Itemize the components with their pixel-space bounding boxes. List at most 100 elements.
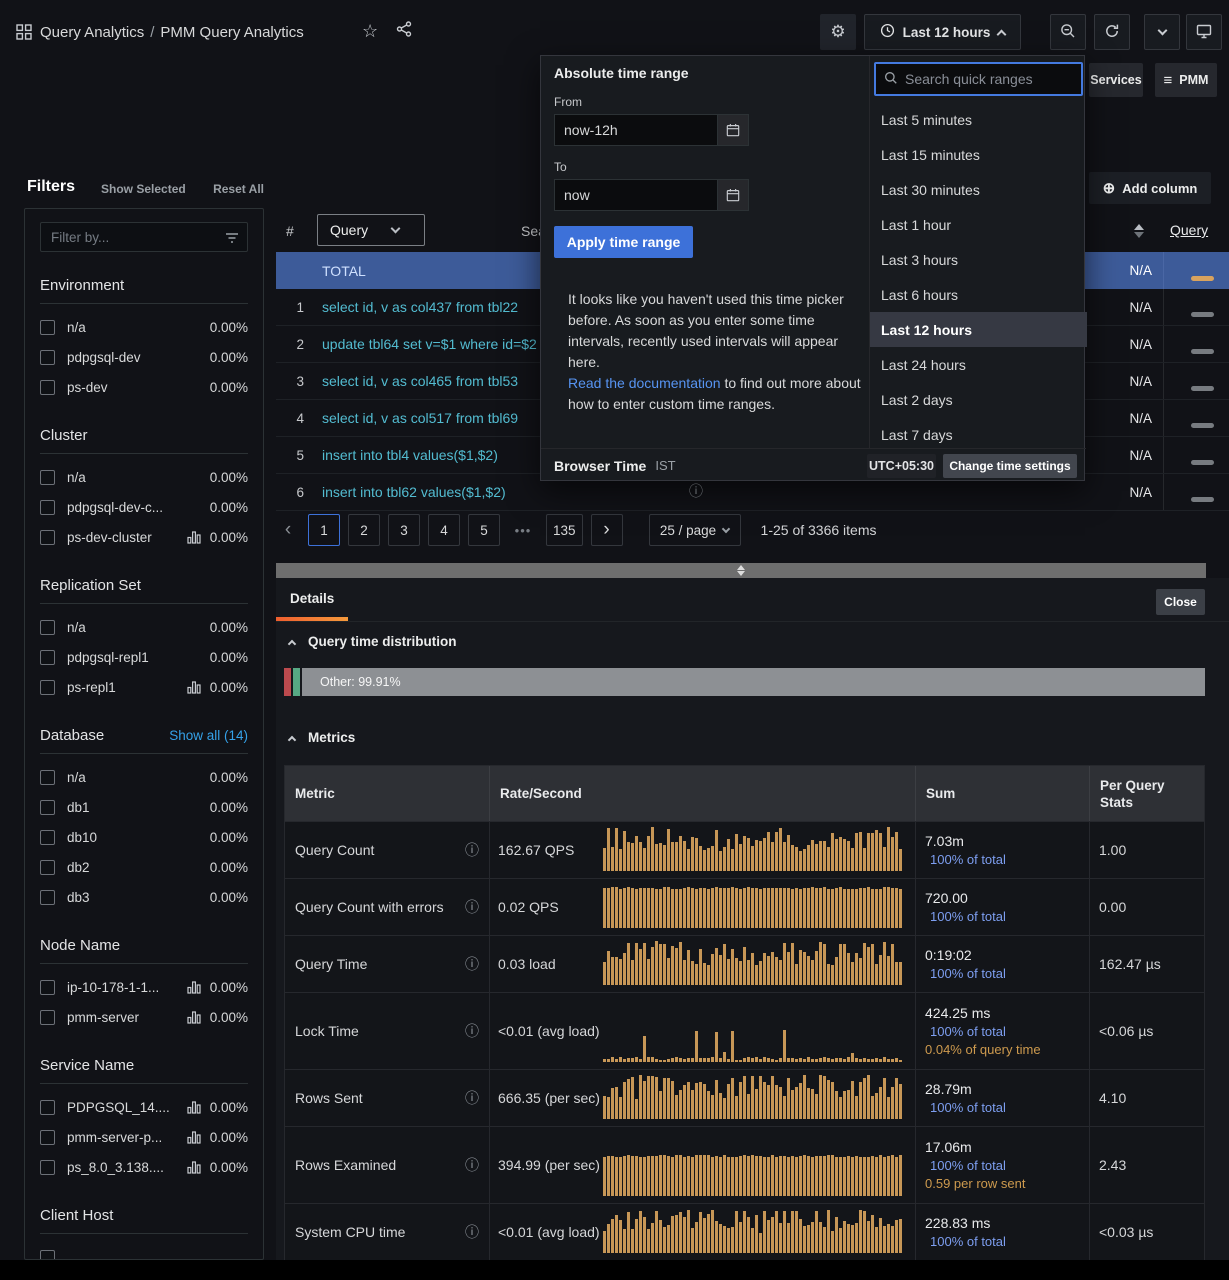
metrics-header[interactable]: Metrics (289, 730, 355, 745)
checkbox[interactable] (40, 500, 55, 515)
sparkline-column-header[interactable]: Query (1170, 222, 1208, 238)
zoom-out-button[interactable] (1050, 14, 1086, 50)
query-time-distribution-header[interactable]: Query time distribution (289, 634, 457, 649)
next-page-button[interactable]: › (591, 514, 623, 546)
checkbox[interactable] (40, 860, 55, 875)
info-icon[interactable]: ⓘ (465, 897, 479, 917)
bar-chart-icon[interactable] (187, 531, 201, 544)
quick-range-last-12-hours[interactable]: Last 12 hours (870, 312, 1087, 347)
sort-icon[interactable] (1134, 224, 1144, 238)
quick-range-last-2-days[interactable]: Last 2 days (870, 382, 1087, 417)
last-page-button[interactable]: 135 (546, 514, 583, 546)
quick-ranges-search[interactable] (874, 62, 1083, 96)
quick-range-last-1-hour[interactable]: Last 1 hour (870, 207, 1087, 242)
quick-range-last-3-hours[interactable]: Last 3 hours (870, 242, 1087, 277)
kiosk-mode-button[interactable] (1186, 14, 1222, 50)
checkbox[interactable] (40, 800, 55, 815)
bar-chart-icon[interactable] (187, 681, 201, 694)
to-input[interactable] (554, 179, 718, 211)
bar-chart-icon[interactable] (187, 1011, 201, 1024)
checkbox[interactable] (40, 530, 55, 545)
checkbox[interactable] (40, 680, 55, 695)
info-icon[interactable]: ⓘ (465, 1021, 479, 1041)
from-input[interactable] (554, 114, 718, 146)
metric-sparkline (603, 1018, 903, 1062)
page-button-4[interactable]: 4 (428, 514, 460, 546)
services-button[interactable]: Services (1089, 63, 1143, 97)
apps-grid-icon[interactable] (16, 24, 32, 43)
metric-label: Query Count with errors (295, 899, 444, 915)
time-range-picker-button[interactable]: Last 12 hours (864, 14, 1021, 50)
page-size-select[interactable]: 25 / page (649, 514, 741, 546)
checkbox[interactable] (40, 980, 55, 995)
panel-resize-handle[interactable] (276, 563, 1206, 578)
refresh-interval-dropdown[interactable] (1144, 14, 1180, 50)
favorite-star-icon[interactable]: ☆ (362, 21, 378, 41)
checkbox[interactable] (40, 1250, 55, 1261)
show-selected-link[interactable]: Show Selected (101, 182, 186, 196)
checkbox[interactable] (40, 380, 55, 395)
checkbox[interactable] (40, 320, 55, 335)
close-details-button[interactable]: Close (1156, 589, 1205, 615)
checkbox[interactable] (40, 770, 55, 785)
refresh-button[interactable] (1094, 14, 1130, 50)
quick-ranges-search-input[interactable] (905, 71, 1086, 87)
dashboard-settings-button[interactable]: ⚙ (820, 14, 856, 50)
filter-item-pdpgsql-dev-c: pdpgsql-dev-c...0.00% (40, 492, 248, 522)
quick-range-last-7-days[interactable]: Last 7 days (870, 417, 1087, 448)
from-calendar-button[interactable] (718, 114, 749, 146)
pmm-menu-button[interactable]: ≡ PMM (1155, 63, 1217, 97)
percent-of-total-link[interactable]: 100% of total (925, 1158, 1089, 1173)
info-icon[interactable]: ⓘ (465, 840, 479, 860)
query-column-dropdown[interactable]: Query (317, 214, 425, 246)
checkbox[interactable] (40, 890, 55, 905)
quick-range-last-5-minutes[interactable]: Last 5 minutes (870, 102, 1087, 137)
checkbox[interactable] (40, 1160, 55, 1175)
apply-time-range-button[interactable]: Apply time range (554, 226, 693, 258)
info-icon[interactable]: ⓘ (465, 1155, 479, 1175)
percent-of-total-link[interactable]: 100% of total (925, 1100, 1089, 1115)
share-icon[interactable] (396, 21, 412, 41)
reset-all-link[interactable]: Reset All (213, 182, 264, 196)
bar-chart-icon[interactable] (187, 1101, 201, 1114)
checkbox[interactable] (40, 350, 55, 365)
info-icon[interactable]: ⓘ (465, 954, 479, 974)
checkbox[interactable] (40, 470, 55, 485)
page-button-3[interactable]: 3 (388, 514, 420, 546)
prev-page-button[interactable]: ‹ (276, 519, 300, 541)
bar-chart-icon[interactable] (187, 1131, 201, 1144)
checkbox[interactable] (40, 830, 55, 845)
change-time-settings-button[interactable]: Change time settings (943, 454, 1077, 478)
checkbox[interactable] (40, 1130, 55, 1145)
info-icon[interactable]: ⓘ (465, 1222, 479, 1242)
pagination-ellipsis[interactable]: ••• (508, 523, 538, 538)
checkbox[interactable] (40, 620, 55, 635)
add-column-button[interactable]: ⊕ Add column (1089, 172, 1211, 204)
show-all-link[interactable]: Show all (14) (169, 728, 248, 743)
quick-range-last-24-hours[interactable]: Last 24 hours (870, 347, 1087, 382)
filter-search-input[interactable] (40, 222, 248, 252)
checkbox[interactable] (40, 1010, 55, 1025)
quick-range-last-30-minutes[interactable]: Last 30 minutes (870, 172, 1087, 207)
percent-of-total-link[interactable]: 100% of total (925, 1024, 1089, 1039)
bar-chart-icon[interactable] (187, 981, 201, 994)
percent-of-total-link[interactable]: 100% of total (925, 966, 1089, 981)
details-tab[interactable]: Details (290, 591, 334, 606)
breadcrumb-section[interactable]: Query Analytics (40, 24, 144, 41)
checkbox[interactable] (40, 650, 55, 665)
info-icon[interactable]: ⓘ (465, 1088, 479, 1108)
info-icon[interactable]: ⓘ (689, 481, 703, 501)
query-link[interactable]: insert into tbl62 values($1,$2) (312, 484, 1063, 500)
page-button-1[interactable]: 1 (308, 514, 340, 546)
checkbox[interactable] (40, 1100, 55, 1115)
bar-chart-icon[interactable] (187, 1161, 201, 1174)
read-documentation-link[interactable]: Read the documentation (568, 375, 721, 391)
page-button-2[interactable]: 2 (348, 514, 380, 546)
to-calendar-button[interactable] (718, 179, 749, 211)
quick-range-last-6-hours[interactable]: Last 6 hours (870, 277, 1087, 312)
page-button-5[interactable]: 5 (468, 514, 500, 546)
percent-of-total-link[interactable]: 100% of total (925, 909, 1089, 924)
quick-range-last-15-minutes[interactable]: Last 15 minutes (870, 137, 1087, 172)
percent-of-total-link[interactable]: 100% of total (925, 1234, 1089, 1249)
percent-of-total-link[interactable]: 100% of total (925, 852, 1089, 867)
